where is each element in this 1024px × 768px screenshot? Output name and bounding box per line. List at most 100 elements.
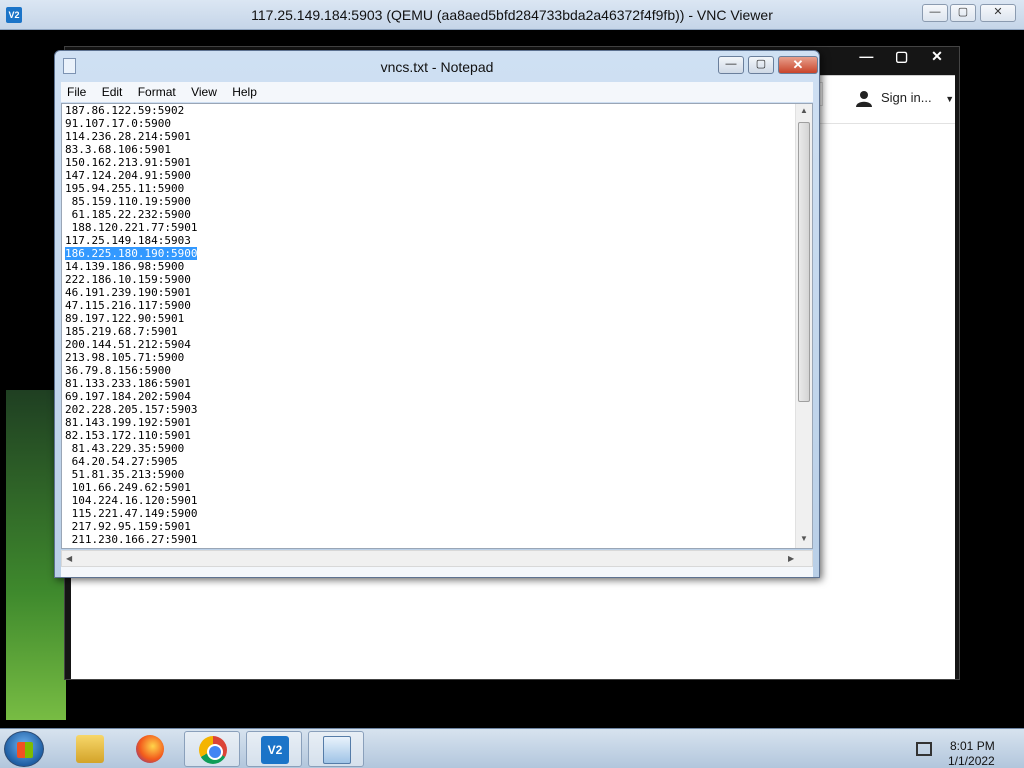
text-line-content: 69.197.184.202:5904 (65, 390, 191, 403)
text-line-content: 117.25.149.184:5903 (65, 234, 191, 247)
scroll-down-arrow-icon[interactable]: ▼ (800, 534, 808, 543)
text-line-content: 200.144.51.212:5904 (65, 338, 191, 351)
text-line[interactable]: 195.94.255.11:5900 (65, 182, 795, 195)
network-icon[interactable] (916, 742, 932, 756)
taskbar: V2 8:01 PM 1/1/2022 (0, 728, 1024, 768)
text-line[interactable]: 46.191.239.190:5901 (65, 286, 795, 299)
text-line[interactable]: 200.144.51.212:5904 (65, 338, 795, 351)
text-line-content: 61.185.22.232:5900 (65, 208, 191, 221)
notepad-icon (323, 736, 351, 764)
text-line[interactable]: 101.66.249.62:5901 (65, 481, 795, 494)
text-line-content: 85.159.110.19:5900 (65, 195, 191, 208)
text-line[interactable]: 217.92.95.159:5901 (65, 520, 795, 533)
text-line-content: 185.219.68.7:5901 (65, 325, 178, 338)
text-line-content: 211.230.166.27:5901 (65, 533, 198, 546)
text-line[interactable]: 81.143.199.192:5901 (65, 416, 795, 429)
selected-text-line[interactable]: 186.225.180.190:5900 (65, 247, 795, 260)
clock-date[interactable]: 1/1/2022 (948, 754, 995, 768)
text-line-content: 101.66.249.62:5901 (65, 481, 191, 494)
text-line-content: 147.124.204.91:5900 (65, 169, 191, 182)
vnc-window-title: 117.25.149.184:5903 (QEMU (aa8aed5bfd284… (251, 7, 773, 23)
text-line[interactable]: 85.159.110.19:5900 (65, 195, 795, 208)
scroll-up-arrow-icon[interactable]: ▲ (800, 106, 808, 115)
scroll-left-arrow-icon[interactable]: ◀ (66, 554, 72, 563)
text-lines[interactable]: 187.86.122.59:5902 91.107.17.0:5900 114.23… (63, 104, 795, 548)
chrome-icon (199, 736, 227, 764)
browser-close-button[interactable]: ✕ (921, 47, 953, 65)
notepad-maximize-button[interactable]: ▢ (748, 56, 774, 74)
text-line[interactable]: 115.221.47.149:5900 (65, 507, 795, 520)
notepad-window[interactable]: vncs.txt - Notepad — ▢ ✕ File Edit Forma… (54, 50, 820, 578)
text-line[interactable]: 81.43.229.35:5900 (65, 442, 795, 455)
text-line-content: 91.107.17.0:5900 (65, 117, 171, 130)
text-line-content: 188.120.221.77:5901 (65, 221, 198, 234)
text-line[interactable]: 14.139.186.98:5900 (65, 260, 795, 273)
menu-format[interactable]: Format (132, 82, 182, 102)
notepad-close-button[interactable]: ✕ (778, 56, 818, 74)
text-line[interactable]: 81.133.233.186:5901 (65, 377, 795, 390)
start-button[interactable] (4, 731, 44, 767)
remote-desktop[interactable]: — ▢ ✕ Sign in... ▼ vncs.txt - Notepad — (6, 30, 1018, 720)
text-line[interactable]: 185.219.68.7:5901 (65, 325, 795, 338)
menu-file[interactable]: File (61, 82, 92, 102)
browser-window-controls: — ▢ ✕ (850, 47, 953, 67)
vertical-scrollbar-thumb[interactable] (798, 122, 810, 402)
taskbar-chrome-button[interactable] (184, 731, 240, 767)
text-line[interactable]: 64.20.54.27:5905 (65, 455, 795, 468)
user-icon (856, 91, 872, 107)
text-line[interactable]: 82.153.172.110:5901 (65, 429, 795, 442)
chevron-down-icon: ▼ (945, 94, 955, 104)
text-line[interactable]: 47.115.216.117:5900 (65, 299, 795, 312)
text-line-content: 150.162.213.91:5901 (65, 156, 191, 169)
clock-time[interactable]: 8:01 PM (950, 739, 995, 753)
taskbar-vnc-button[interactable]: V2 (246, 731, 302, 767)
sign-in-button[interactable]: Sign in... ▼ (855, 86, 954, 110)
text-line[interactable]: 51.81.35.213:5900 (65, 468, 795, 481)
text-line[interactable]: 89.197.122.90:5901 (65, 312, 795, 325)
menu-help[interactable]: Help (226, 82, 263, 102)
text-line[interactable]: 83.3.68.106:5901 (65, 143, 795, 156)
text-line[interactable]: 202.228.205.157:5903 (65, 403, 795, 416)
text-line[interactable]: 104.224.16.120:5901 (65, 494, 795, 507)
text-line[interactable]: 213.98.105.71:5900 (65, 351, 795, 364)
text-line[interactable]: 147.124.204.91:5900 (65, 169, 795, 182)
vnc-icon: V2 (261, 736, 289, 764)
text-line[interactable]: 188.120.221.77:5901 (65, 221, 795, 234)
text-line-content: 47.115.216.117:5900 (65, 299, 191, 312)
scroll-right-arrow-icon[interactable]: ▶ (788, 554, 794, 563)
browser-minimize-button[interactable]: — (850, 47, 882, 65)
text-line[interactable]: 222.186.10.159:5900 (65, 273, 795, 286)
text-line[interactable]: 36.79.8.156:5900 (65, 364, 795, 377)
taskbar-notepad-button[interactable] (308, 731, 364, 767)
text-line[interactable]: 117.25.149.184:5903 (65, 234, 795, 247)
text-line[interactable]: 91.107.17.0:5900 (65, 117, 795, 130)
menu-edit[interactable]: Edit (96, 82, 129, 102)
text-line[interactable]: 187.86.122.59:5902 (65, 104, 795, 117)
vnc-close-button[interactable]: ✕ (980, 4, 1016, 22)
text-line-content: 213.98.105.71:5900 (65, 351, 185, 364)
vnc-maximize-button[interactable]: ▢ (950, 4, 976, 22)
browser-maximize-button[interactable]: ▢ (886, 47, 918, 65)
text-line-content: 14.139.186.98:5900 (65, 260, 185, 273)
text-line-content: 51.81.35.213:5900 (65, 468, 185, 481)
notepad-text-area[interactable]: 187.86.122.59:5902 91.107.17.0:5900 114.23… (61, 103, 813, 549)
taskbar-explorer-button[interactable] (62, 731, 118, 767)
text-line[interactable]: 211.230.166.27:5901 (65, 533, 795, 546)
menu-view[interactable]: View (185, 82, 223, 102)
vertical-scrollbar[interactable]: ▲ ▼ (795, 104, 812, 548)
text-line-content: 217.92.95.159:5901 (65, 520, 191, 533)
text-line-content: 81.43.229.35:5900 (65, 442, 185, 455)
notepad-minimize-button[interactable]: — (718, 56, 744, 74)
firefox-icon (136, 735, 164, 763)
text-line-content: 82.153.172.110:5901 (65, 429, 191, 442)
text-line[interactable]: 150.162.213.91:5901 (65, 156, 795, 169)
vnc-minimize-button[interactable]: — (922, 4, 948, 22)
horizontal-scrollbar[interactable]: ◀ ▶ (61, 550, 813, 567)
text-line-content: 81.133.233.186:5901 (65, 377, 191, 390)
folder-icon (76, 735, 104, 763)
text-line[interactable]: 69.197.184.202:5904 (65, 390, 795, 403)
text-line[interactable]: 61.185.22.232:5900 (65, 208, 795, 221)
taskbar-firefox-button[interactable] (122, 731, 178, 767)
text-line[interactable]: 114.236.28.214:5901 (65, 130, 795, 143)
text-line-content: 104.224.16.120:5901 (65, 494, 198, 507)
